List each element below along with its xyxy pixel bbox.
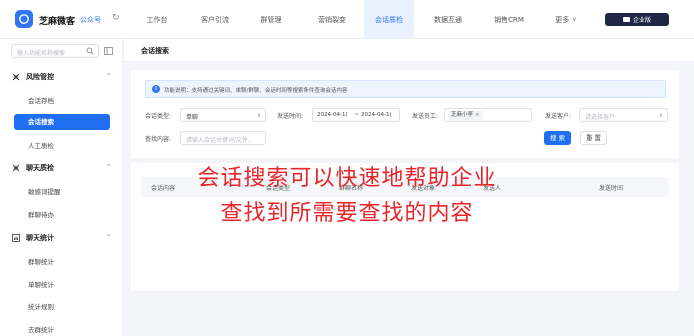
keyword-input[interactable]: 请输入会话关键词/文件... <box>180 131 266 145</box>
send-time-label: 发送时间: <box>277 113 304 120</box>
nav-data-sync[interactable]: 数据互通 <box>421 0 475 39</box>
nav-label: 群管理 <box>260 15 282 24</box>
switch-account-icon[interactable]: ↻ <box>112 13 120 23</box>
session-type-label: 会话类型: <box>145 113 172 120</box>
selected-staff-tag: 芝麻小李 × <box>448 111 483 120</box>
session-type-select[interactable]: 单聊 ∨ <box>180 108 266 122</box>
date-start: 2024-04-1( <box>317 112 348 118</box>
nav-marketing[interactable]: 营销裂变 <box>305 0 359 39</box>
sidebar-item-group-stats[interactable]: 群聊统计 <box>28 256 54 266</box>
sidebar-group-chat-statistics[interactable]: 聊天统计 <box>12 233 54 243</box>
close-icon[interactable]: × <box>475 112 480 118</box>
nav-label: 更多 <box>555 15 570 24</box>
app-logo-icon <box>15 10 33 28</box>
app-window: 芝麻微客 公众号 ↻ 工作台 客户引流 群管理 营销裂变 会话质检 数据互通 销… <box>0 0 694 336</box>
sidebar-item-label: 会话搜索 <box>28 118 54 126</box>
keyword-label: 查找内容: <box>145 136 172 143</box>
top-navigation-bar: 芝麻微客 公众号 ↻ 工作台 客户引流 群管理 营销裂变 会话质检 数据互通 销… <box>0 0 694 39</box>
overlay-caption-line2: 查找到所需要查找的内容 <box>220 201 474 226</box>
nav-label: 会话质检 <box>375 15 403 24</box>
staff-tag-label: 芝麻小李 <box>451 112 474 118</box>
brand-name: 芝麻微客 <box>39 17 76 27</box>
search-button[interactable]: 搜 索 <box>544 131 571 145</box>
sidebar-item-stats-rules[interactable]: 统计规则 <box>28 301 54 311</box>
nav-workbench[interactable]: 工作台 <box>134 0 180 39</box>
page-title: 会话搜索 <box>141 47 169 55</box>
chevron-down-icon: ∨ <box>658 112 663 119</box>
nav-label: 客户引流 <box>201 15 229 24</box>
staff-label: 发送员工: <box>412 113 439 120</box>
nav-sales-crm[interactable]: 销售CRM <box>484 0 534 39</box>
nav-more[interactable]: 更多 ∨ <box>546 0 586 39</box>
notice-text: 功能说明：支持通过关键词、单聊/群聊、会话时间等搜索条件查询会话内容 <box>164 88 348 94</box>
sidebar-group-risk-control[interactable]: 风险管控 <box>12 72 54 82</box>
group-label: 聊天统计 <box>26 234 54 242</box>
customer-select[interactable]: 请选择客户 ∨ <box>579 108 668 122</box>
nav-label: 销售CRM <box>494 15 524 24</box>
date-separator: ~ <box>354 112 359 118</box>
sidebar-item-manual-inspection[interactable]: 人工质检 <box>28 140 54 150</box>
staff-select[interactable]: 芝麻小李 × <box>444 108 532 122</box>
crown-icon <box>622 17 630 22</box>
nav-label: 数据互通 <box>434 15 462 24</box>
nav-label: 工作台 <box>146 15 168 24</box>
chevron-up-icon[interactable]: ^ <box>106 73 111 80</box>
chevron-up-icon[interactable]: ^ <box>106 234 111 241</box>
search-icon <box>86 47 94 55</box>
session-type-value: 单聊 <box>186 114 199 121</box>
chart-icon <box>12 234 20 242</box>
keyword-placeholder: 请输入会话关键词/文件... <box>186 137 254 144</box>
sidebar-search-input[interactable]: 输入功能名称搜索 <box>11 44 99 58</box>
group-label: 风险管控 <box>26 73 54 81</box>
info-notice: i 功能说明：支持通过关键词、单聊/群聊、会话时间等搜索条件查询会话内容 <box>145 80 666 98</box>
chevron-down-icon: ∨ <box>572 16 577 23</box>
date-range-picker[interactable]: 2024-04-1( ~ 2024-04-1( <box>312 108 400 122</box>
sidebar-item-single-chat-stats[interactable]: 单聊统计 <box>28 279 54 289</box>
risk-control-icon <box>12 73 20 81</box>
nav-session-quality[interactable]: 会话质检 <box>364 0 414 39</box>
enterprise-label: 企业版 <box>632 17 651 24</box>
menu-collapse-icon[interactable] <box>104 47 113 55</box>
sidebar-item-session-search[interactable]: 会话搜索 <box>14 114 110 130</box>
nav-customer-acquisition[interactable]: 客户引流 <box>188 0 242 39</box>
customer-label: 发送客户: <box>545 113 572 120</box>
enterprise-badge[interactable]: 企业版 <box>605 13 669 26</box>
info-icon: i <box>152 85 160 93</box>
sidebar-item-session-archive[interactable]: 会话存档 <box>28 95 54 105</box>
nav-group-management[interactable]: 群管理 <box>248 0 294 39</box>
date-end: 2024-04-1( <box>361 112 392 118</box>
overlay-caption-line1: 会话搜索可以快速地帮助企业 <box>197 166 497 191</box>
filter-panel: i 功能说明：支持通过关键词、单聊/群聊、会话时间等搜索条件查询会话内容 会话类… <box>131 70 679 158</box>
page-header: 会话搜索 <box>124 39 694 62</box>
chevron-down-icon: ∨ <box>256 112 261 119</box>
nav-label: 营销裂变 <box>318 15 346 24</box>
reset-button[interactable]: 重 置 <box>580 131 607 145</box>
account-type-link[interactable]: 公众号 <box>80 15 101 25</box>
customer-placeholder: 请选择客户 <box>585 114 616 121</box>
sidebar-item-remove-group-stats[interactable]: 去群统计 <box>28 324 54 334</box>
search-placeholder: 输入功能名称搜索 <box>17 50 66 57</box>
